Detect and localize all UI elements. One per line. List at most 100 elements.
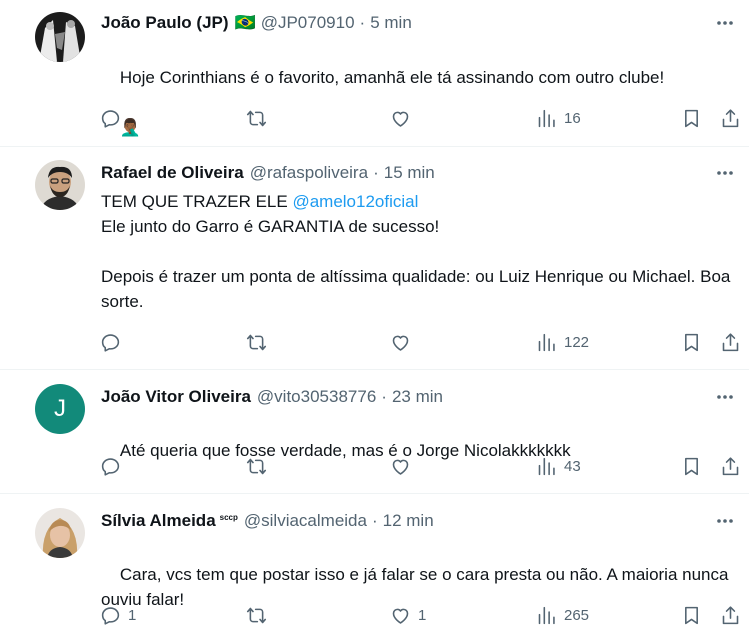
heart-icon	[392, 608, 409, 624]
display-name[interactable]: Sílvia Almeida	[101, 511, 216, 531]
repost-button[interactable]	[246, 603, 274, 627]
like-button[interactable]	[390, 454, 418, 478]
tweet-actions: 122	[0, 330, 749, 354]
share-icon	[722, 108, 739, 127]
repost-icon	[246, 458, 267, 474]
avatar-image	[35, 160, 85, 210]
avatar-image	[35, 12, 85, 62]
views-chart-icon	[538, 109, 555, 127]
reply-icon	[101, 109, 120, 128]
views-button[interactable]: 265	[536, 603, 589, 627]
more-options-button[interactable]	[713, 11, 737, 35]
repost-button[interactable]	[246, 330, 274, 354]
reply-count: 1	[128, 606, 137, 624]
view-count: 16	[564, 109, 581, 127]
flag-badge: 🇧🇷	[234, 13, 256, 32]
separator-dot: ·	[381, 387, 387, 406]
timestamp[interactable]: 23 min	[392, 387, 443, 407]
tweet-actions: 16	[0, 106, 749, 130]
user-handle[interactable]: @JP070910	[261, 13, 355, 33]
reply-button[interactable]	[100, 454, 128, 478]
tweet[interactable]: João Paulo (JP) 🇧🇷 @JP070910 · 5 min Hoj…	[0, 0, 749, 147]
avatar-image	[35, 508, 85, 558]
views-chart-icon	[538, 333, 555, 351]
avatar[interactable]	[35, 160, 85, 210]
more-options-button[interactable]	[713, 385, 737, 409]
bookmark-button[interactable]	[681, 106, 702, 130]
user-handle[interactable]: @vito30538776	[257, 387, 376, 407]
views-chart-icon	[538, 606, 555, 624]
bookmark-button[interactable]	[681, 330, 702, 354]
tweet-header: João Paulo (JP) 🇧🇷 @JP070910 · 5 min	[101, 11, 412, 35]
separator-dot: ·	[359, 13, 366, 32]
like-button[interactable]	[390, 330, 418, 354]
avatar[interactable]	[35, 508, 85, 558]
views-button[interactable]: 43	[536, 454, 581, 478]
tweet-text-content: Hoje Corinthians é o favorito, amanhã el…	[119, 68, 665, 87]
timestamp[interactable]: 12 min	[383, 511, 434, 531]
tweet-header: Sílvia Almeida sccp @silviacalmeida · 12…	[101, 509, 434, 533]
reply-button[interactable]	[100, 106, 128, 130]
like-count: 1	[418, 606, 427, 624]
repost-button[interactable]	[246, 106, 274, 130]
more-dots-icon	[717, 171, 733, 175]
tweet[interactable]: Sílvia Almeida sccp @silviacalmeida · 12…	[0, 494, 749, 636]
bookmark-icon	[685, 109, 698, 127]
tweet-actions: 43	[0, 454, 749, 478]
repost-icon	[246, 607, 267, 623]
repost-icon	[246, 110, 267, 126]
tweet-actions: 1 1 265	[0, 603, 749, 627]
tweet-header: João Vitor Oliveira @vito30538776 · 23 m…	[101, 385, 443, 409]
display-name[interactable]: Rafael de Oliveira	[101, 163, 244, 183]
user-handle[interactable]: @silviacalmeida	[244, 511, 367, 531]
repost-icon	[246, 334, 267, 350]
views-button[interactable]: 122	[536, 330, 589, 354]
share-button[interactable]	[720, 454, 741, 478]
heart-icon	[392, 459, 409, 475]
reply-icon	[101, 333, 120, 352]
reply-icon	[101, 457, 120, 476]
share-button[interactable]	[720, 603, 741, 627]
more-options-button[interactable]	[713, 161, 737, 185]
more-dots-icon	[717, 395, 733, 399]
tweet-text: TEM QUE TRAZER ELE @amelo12oficial Ele j…	[101, 189, 736, 314]
mention-link[interactable]: @amelo12oficial	[292, 192, 418, 211]
share-icon	[722, 332, 739, 351]
views-button[interactable]: 16	[536, 106, 581, 130]
repost-button[interactable]	[246, 454, 274, 478]
avatar[interactable]: J	[35, 384, 85, 434]
separator-dot: ·	[371, 511, 378, 530]
more-dots-icon	[717, 519, 733, 523]
display-name[interactable]: João Paulo (JP)	[101, 13, 229, 33]
avatar[interactable]	[35, 12, 85, 62]
display-name[interactable]: João Vitor Oliveira	[101, 387, 251, 407]
share-button[interactable]	[720, 330, 741, 354]
tweet-text-continued: Ele junto do Garro é GARANTIA de sucesso…	[101, 217, 731, 311]
tweet[interactable]: Rafael de Oliveira @rafaspoliveira · 15 …	[0, 147, 749, 370]
bookmark-button[interactable]	[681, 603, 702, 627]
bookmark-icon	[685, 606, 698, 624]
more-dots-icon	[717, 21, 733, 25]
bookmark-button[interactable]	[681, 454, 702, 478]
timestamp[interactable]: 5 min	[370, 13, 412, 33]
view-count: 122	[564, 333, 590, 351]
share-icon	[722, 605, 739, 624]
more-options-button[interactable]	[713, 509, 737, 533]
share-icon	[722, 456, 739, 475]
view-count: 43	[564, 457, 581, 475]
separator-dot: ·	[373, 163, 379, 182]
team-badge: sccp	[219, 512, 238, 522]
views-chart-icon	[538, 457, 555, 475]
tweet-text-content: TEM QUE TRAZER ELE	[101, 192, 293, 211]
user-handle[interactable]: @rafaspoliveira	[250, 163, 368, 183]
heart-icon	[392, 335, 409, 351]
reply-button[interactable]	[100, 330, 128, 354]
reply-button[interactable]: 1	[100, 603, 136, 627]
like-button[interactable]: 1	[390, 603, 426, 627]
avatar-initial: J	[54, 395, 66, 422]
timestamp[interactable]: 15 min	[384, 163, 435, 183]
heart-icon	[392, 111, 409, 127]
share-button[interactable]	[720, 106, 741, 130]
like-button[interactable]	[390, 106, 418, 130]
tweet[interactable]: J João Vitor Oliveira @vito30538776 · 23…	[0, 370, 749, 494]
